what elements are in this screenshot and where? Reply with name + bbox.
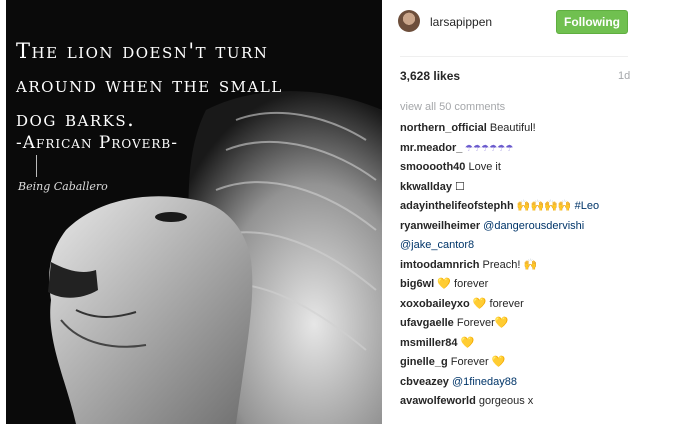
mention-link[interactable]: @jake_cantor8 (400, 239, 474, 251)
hashtag-link[interactable]: #Leo (575, 200, 599, 212)
comment-username[interactable]: ginelle_g (400, 356, 448, 368)
header-divider (400, 56, 628, 57)
comment-text: 💛 forever (469, 297, 524, 310)
list-item: smooooth40 Love it (400, 158, 650, 178)
comment-username[interactable]: msmiller84 (400, 337, 457, 349)
list-item: ginelle_g Forever 💛 (400, 353, 650, 373)
quote-attribution: -African Proverb- (16, 133, 178, 153)
comment-username[interactable]: ufavgaelle (400, 317, 454, 329)
mention-link[interactable]: @1fineday88 (452, 376, 517, 388)
list-item: ryanweilheimer @dangerousdervishi (400, 217, 650, 237)
post-timestamp: 1d (618, 70, 631, 82)
list-item: avawolfeworld gorgeous x (400, 392, 650, 412)
comment-username[interactable]: northern_official (400, 122, 487, 134)
list-item: adayinthelifeofstephh 🙌🙌🙌🙌 #Leo (400, 197, 650, 217)
comment-username[interactable]: mr.meador_ (400, 142, 462, 154)
list-item: cbveazey @1fineday88 (400, 373, 650, 393)
comment-username[interactable]: cbveazey (400, 376, 449, 388)
quote-line-2: around when the small (16, 73, 283, 97)
view-all-comments-link[interactable]: view all 50 comments (400, 101, 505, 113)
comment-text: Love it (465, 161, 501, 173)
comment-username[interactable]: imtoodamnrich (400, 259, 479, 271)
quote-line-3: dog barks. (16, 107, 136, 131)
quote-text: The lion doesn't turn around when the sm… (16, 34, 283, 136)
comment-username[interactable]: smooooth40 (400, 161, 465, 173)
comment-text: Beautiful! (486, 122, 536, 134)
list-item: big6wl 💛 forever (400, 275, 650, 295)
divider-line (36, 155, 37, 177)
image-watermark: Being Caballero (18, 180, 108, 193)
comment-text: Forever 💛 (447, 356, 506, 368)
post-image[interactable]: The lion doesn't turn around when the sm… (6, 0, 382, 424)
list-item: imtoodamnrich Preach! 🙌 (400, 256, 650, 276)
post-header: larsapippen Following (382, 0, 673, 44)
comments-list: northern_official Beautiful! mr.meador_ … (400, 119, 650, 412)
comment-username[interactable]: avawolfeworld (400, 395, 476, 407)
comment-username[interactable]: ryanweilheimer (400, 220, 480, 232)
comment-text: 🙌🙌🙌🙌 (513, 200, 575, 212)
comment-text: 💛 forever (434, 278, 489, 290)
post-side-panel: larsapippen Following 3,628 likes 1d vie… (382, 0, 673, 424)
list-item: kkwallday ☐ (400, 178, 650, 198)
quote-line-1: The lion doesn't turn (16, 39, 269, 63)
author-username[interactable]: larsapippen (430, 15, 492, 29)
list-item: mr.meador_ ☂☂☂☂☂☂ (400, 139, 650, 159)
list-item: msmiller84 💛 (400, 334, 650, 354)
likes-count[interactable]: 3,628 likes (400, 69, 460, 83)
comment-text: ☂☂☂☂☂☂ (462, 142, 514, 153)
comment-text: Preach! 🙌 (479, 258, 538, 271)
following-button[interactable]: Following (556, 10, 628, 34)
comment-text: Forever💛 (453, 317, 509, 329)
avatar[interactable] (398, 10, 420, 32)
comment-username[interactable]: kkwallday (400, 181, 452, 193)
comment-username[interactable]: big6wl (400, 278, 434, 290)
list-item: ufavgaelle Forever💛 (400, 314, 650, 334)
comment-text: ☐ (451, 180, 465, 193)
comment-text: 💛 (457, 336, 475, 349)
comment-text: gorgeous x (475, 395, 534, 407)
list-item: @jake_cantor8 (400, 236, 650, 256)
comment-username[interactable]: adayinthelifeofstephh (400, 200, 514, 212)
comment-username[interactable]: xoxobaileyxo (400, 298, 470, 310)
list-item: xoxobaileyxo 💛 forever (400, 295, 650, 315)
list-item: northern_official Beautiful! (400, 119, 650, 139)
mention-link[interactable]: @dangerousdervishi (483, 220, 584, 232)
